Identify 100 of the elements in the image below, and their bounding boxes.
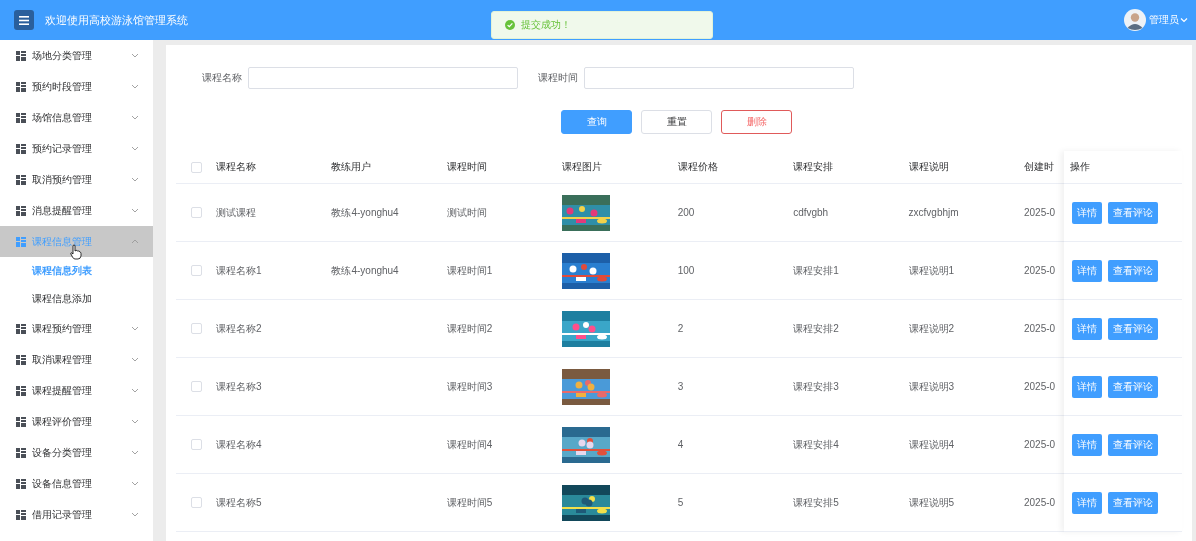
- submenu-item[interactable]: 课程信息添加: [0, 285, 153, 313]
- sidebar-item[interactable]: 课程提醒管理: [0, 375, 153, 406]
- caret-icon: [131, 84, 139, 89]
- app-title: 欢迎使用高校游泳馆管理系统: [45, 12, 188, 28]
- search-button[interactable]: 查询: [561, 110, 632, 134]
- column-header: 课程安排: [793, 151, 909, 184]
- comments-button[interactable]: 查看评论: [1108, 259, 1158, 282]
- course-price: 200: [677, 184, 794, 242]
- reset-button[interactable]: 重置: [641, 110, 712, 134]
- toast-text: 提交成功！: [521, 18, 571, 32]
- checkbox[interactable]: [190, 381, 202, 392]
- sidebar-item[interactable]: 消息提醒管理: [0, 195, 153, 226]
- sidebar-item[interactable]: 课程评价管理: [0, 406, 153, 437]
- grid-icon: [16, 81, 26, 92]
- column-header: 课程价格: [677, 151, 794, 184]
- grid-icon: [16, 323, 26, 334]
- caret-icon: [131, 357, 139, 362]
- sidebar-item[interactable]: 场地分类管理: [0, 40, 153, 71]
- course-schedule: 课程安排5: [793, 474, 909, 532]
- caret-icon: [1180, 17, 1188, 23]
- sidebar-item[interactable]: 取消预约管理: [0, 164, 153, 195]
- sidebar-item[interactable]: 设备信息管理: [0, 468, 153, 499]
- course-note: 课程说明2: [908, 300, 1024, 358]
- column-header: 操作: [1064, 151, 1182, 184]
- sidebar-item[interactable]: 预约时段管理: [0, 71, 153, 102]
- caret-icon: [131, 239, 139, 244]
- avatar-icon: [1124, 9, 1146, 31]
- caret-icon: [131, 53, 139, 58]
- course-note: 课程说明5: [908, 474, 1024, 532]
- details-button[interactable]: 详情: [1072, 259, 1102, 282]
- course-note: 课程说明1: [908, 242, 1024, 300]
- caret-icon: [131, 481, 139, 486]
- delete-button[interactable]: 删除: [721, 110, 792, 134]
- grid-icon: [16, 50, 26, 61]
- column-header: 课程图片: [562, 151, 678, 184]
- grid-icon: [16, 354, 26, 365]
- input-field[interactable]: [248, 67, 518, 89]
- sidebar-item[interactable]: 预约记录管理: [0, 133, 153, 164]
- sidebar-item[interactable]: 借用记录管理: [0, 499, 153, 530]
- column-header: 课程说明: [908, 151, 1024, 184]
- grid-icon: [16, 143, 26, 154]
- details-button[interactable]: 详情: [1072, 491, 1102, 514]
- caret-icon: [131, 115, 139, 120]
- grid-icon: [16, 509, 26, 520]
- grid-icon: [16, 174, 26, 185]
- comments-button[interactable]: 查看评论: [1108, 433, 1158, 456]
- course-name: 课程名称1: [216, 242, 332, 300]
- comments-button[interactable]: 查看评论: [1108, 201, 1158, 224]
- caret-icon: [131, 388, 139, 393]
- check-icon: [505, 20, 515, 30]
- grid-icon: [16, 478, 26, 489]
- course-name: 课程名称2: [216, 300, 332, 358]
- details-button[interactable]: 详情: [1072, 375, 1102, 398]
- course-price: 4: [677, 416, 794, 474]
- checkbox[interactable]: [190, 161, 202, 173]
- caret-icon: [131, 177, 139, 182]
- course-schedule: 课程安排3: [793, 358, 909, 416]
- coach-name: 教练4-yonghu4: [331, 184, 447, 242]
- course-note: zxcfvgbhjm: [908, 184, 1024, 242]
- sidebar-item[interactable]: 场馆信息管理: [0, 102, 153, 133]
- details-button[interactable]: 详情: [1072, 433, 1102, 456]
- sidebar-item[interactable]: 取消课程管理: [0, 344, 153, 375]
- user-menu[interactable]: 管理员: [1149, 13, 1188, 27]
- course-schedule: 课程安排4: [793, 416, 909, 474]
- course-price: 3: [677, 358, 794, 416]
- grid-icon: [16, 205, 26, 216]
- course-note: 课程说明3: [908, 358, 1024, 416]
- sidebar-item[interactable]: 课程信息管理: [0, 226, 153, 257]
- sidebar-item[interactable]: 课程预约管理: [0, 313, 153, 344]
- course-name: 课程名称4: [216, 416, 332, 474]
- column-header: 教练用户: [331, 151, 447, 184]
- course-price: 100: [677, 242, 794, 300]
- details-button[interactable]: 详情: [1072, 201, 1102, 224]
- submenu-item[interactable]: 课程信息列表: [0, 257, 153, 285]
- comments-button[interactable]: 查看评论: [1108, 375, 1158, 398]
- details-button[interactable]: 详情: [1072, 317, 1102, 340]
- caret-icon: [131, 512, 139, 517]
- checkbox[interactable]: [190, 323, 202, 334]
- checkbox[interactable]: [190, 265, 202, 276]
- course-schedule: 课程安排2: [793, 300, 909, 358]
- grid-icon: [16, 112, 26, 123]
- grid-icon: [16, 385, 26, 396]
- grid-icon: [16, 447, 26, 458]
- sidebar-item[interactable]: 设备分类管理: [0, 437, 153, 468]
- comments-button[interactable]: 查看评论: [1108, 491, 1158, 514]
- course-name: 测试课程: [216, 184, 332, 242]
- column-header: 课程名称: [216, 151, 332, 184]
- checkbox[interactable]: [190, 497, 202, 508]
- menu-icon: [19, 15, 29, 25]
- coach-name: 教练4-yonghu4: [331, 242, 447, 300]
- caret-icon: [131, 208, 139, 213]
- course-name: 课程名称5: [216, 474, 332, 532]
- column-header: 课程时间: [446, 151, 563, 184]
- checkbox[interactable]: [190, 207, 202, 218]
- checkbox[interactable]: [190, 439, 202, 450]
- grid-icon: [16, 236, 26, 247]
- course-note: 课程说明4: [908, 416, 1024, 474]
- input-field[interactable]: [584, 67, 854, 89]
- comments-button[interactable]: 查看评论: [1108, 317, 1158, 340]
- menu-button[interactable]: [14, 10, 34, 30]
